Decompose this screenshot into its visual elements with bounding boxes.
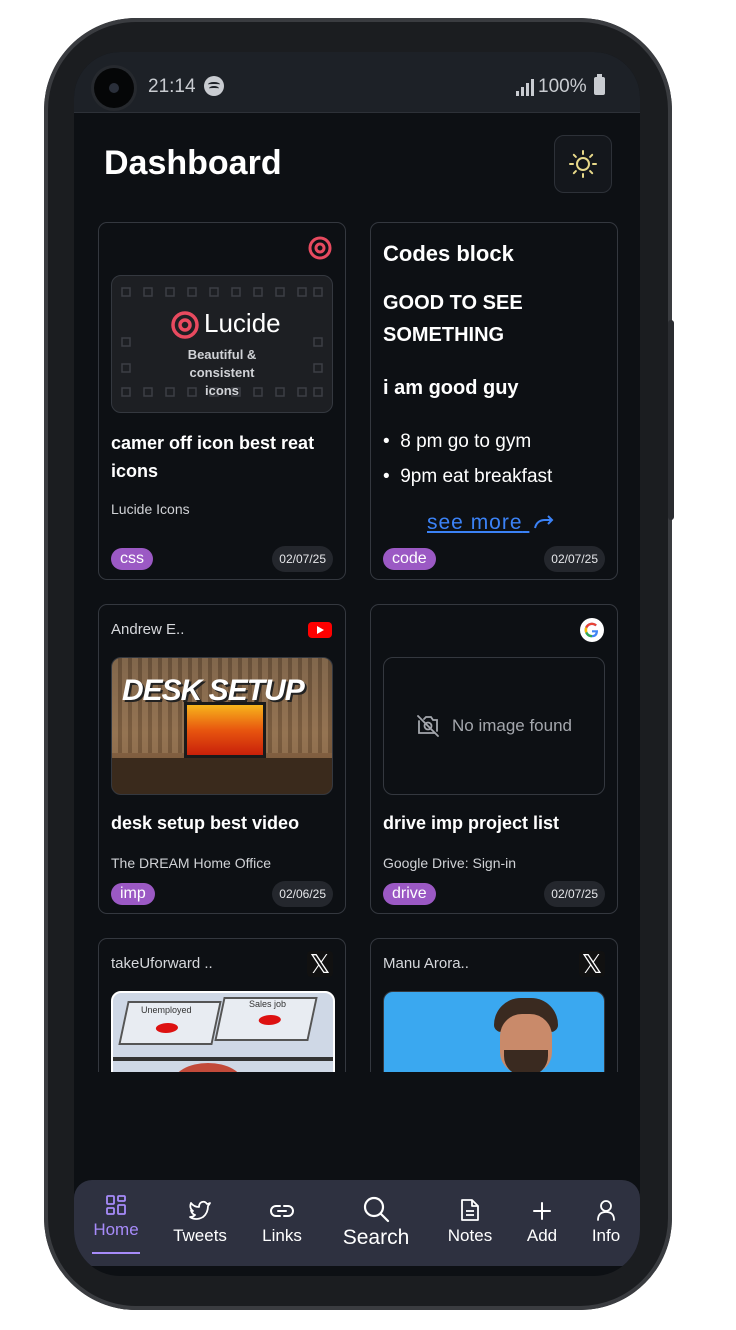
date-badge: 02/07/25 [272,546,333,572]
code-heading-3: i am good guy [383,377,519,399]
meme-divider [113,1057,333,1061]
phone-side-button [668,320,674,520]
note-icon [461,1199,479,1221]
tag-badge[interactable]: css [111,548,153,570]
card-lucide[interactable]: Lucide Beautiful & consistent icons came… [98,222,346,580]
thumbnail-caption: Beautiful & consistent icons [187,347,257,398]
date-badge: 02/07/25 [544,881,605,907]
red-button [257,1015,282,1025]
plus-icon [533,1202,551,1220]
youtube-icon [308,622,332,638]
red-button [154,1023,179,1033]
card-title: camer off icon best reat icons [111,433,315,481]
redirect-arrow-icon [534,515,554,529]
screen: 21:14 100% Dashboard Lucide Beautiful & … [74,52,640,1276]
code-heading-2: GOOD TO SEE SOMETHING [383,292,523,346]
sun-icon [569,150,597,178]
status-bar: 21:14 100% [74,52,640,113]
nav-search[interactable]: Search [334,1180,418,1266]
nav-add[interactable]: Add [520,1180,564,1266]
thumbnail-desk [112,758,332,794]
spotify-icon [204,76,224,96]
nav-links[interactable]: Links [254,1180,310,1266]
twitter-icon [189,1200,211,1220]
bottom-navigation: Home Tweets Links Search Notes Add Info [74,1180,640,1266]
content-fade [74,1072,640,1180]
active-indicator [92,1252,140,1254]
status-time: 21:14 [148,76,196,97]
battery-percent: 100% [538,76,587,97]
link-icon [270,1205,294,1217]
nav-home[interactable]: Home [88,1180,144,1266]
card-code-block[interactable]: Codes block GOOD TO SEE SOMETHING i am g… [370,222,618,580]
card-thumbnail: Lucide Beautiful & consistent icons [111,275,333,413]
card-thumbnail: DESK SETUP [111,657,333,795]
tag-badge[interactable]: drive [383,883,436,905]
google-icon [580,618,604,642]
meme-label-left: Unemployed [141,1005,192,1015]
camera-off-icon [417,715,439,737]
lucide-wordmark: Lucide [204,308,281,338]
page-title: Dashboard [104,144,282,182]
list-item-text: 9pm eat breakfast [400,466,553,487]
x-icon: 𝕏 [579,951,605,977]
list-item-text: 8 pm go to gym [400,431,532,452]
nav-label: Notes [447,1226,493,1245]
list-item: • 9pm eat breakfast [383,466,553,487]
card-title: drive imp project list [383,813,560,833]
card-author: Manu Arora.. [383,955,469,972]
tag-badge[interactable]: imp [111,883,155,905]
meme-label-right: Sales job [249,999,287,1009]
grid-icon [106,1195,126,1215]
see-more-label: see more [427,511,523,534]
theme-toggle-button[interactable] [554,135,612,193]
card-subtitle: Lucide Icons [111,501,190,517]
nav-info[interactable]: Info [584,1180,628,1266]
thumbnail-monitor [184,702,266,758]
tag-badge[interactable]: code [383,548,436,570]
lucide-logo-icon [171,311,199,339]
no-image-text: No image found [451,716,573,735]
card-subtitle: The DREAM Home Office [111,855,272,871]
signal-icon [516,78,534,96]
see-more-link[interactable]: see more [427,511,555,535]
code-heading: Codes block [383,241,514,266]
nav-label: Links [262,1226,302,1245]
date-badge: 02/07/25 [544,546,605,572]
card-title: desk setup best video [111,813,300,833]
list-item: • 8 pm go to gym [383,431,532,452]
user-icon [597,1200,615,1221]
nav-notes[interactable]: Notes [440,1180,500,1266]
date-badge: 02/06/25 [272,881,333,907]
camera-icon [94,68,134,108]
nav-label: Info [591,1226,621,1245]
nav-label: Add [526,1226,558,1245]
nav-label: Tweets [173,1226,227,1245]
nav-label: Search [342,1226,410,1249]
lucide-icon [308,236,332,260]
no-image-placeholder: No image found [383,657,605,795]
card-author: Andrew E.. [111,621,185,638]
search-icon [363,1196,390,1223]
card-author: takeUforward .. [111,955,213,972]
card-youtube[interactable]: Andrew E.. DESK SETUP desk setup best vi… [98,604,346,914]
battery-icon [594,74,605,95]
nav-label: Home [93,1220,139,1239]
thumbnail-title: DESK SETUP [122,674,305,707]
card-subtitle: Google Drive: Sign-in [383,855,517,871]
card-google[interactable]: No image found drive imp project list Go… [370,604,618,914]
x-icon: 𝕏 [307,951,333,977]
nav-tweets[interactable]: Tweets [168,1180,232,1266]
